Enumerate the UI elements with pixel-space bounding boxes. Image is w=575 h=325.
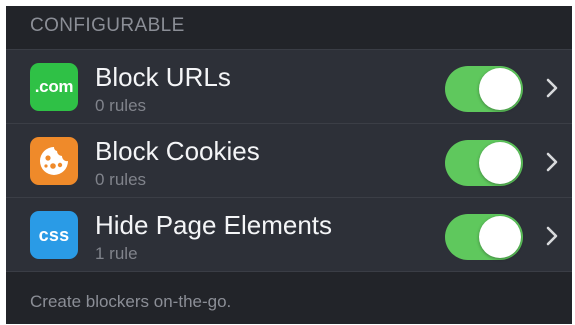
css-icon: css: [30, 211, 78, 259]
row-rule-count: 0 rules: [95, 96, 147, 115]
block-cookies-toggle[interactable]: [445, 140, 523, 186]
css-icon-label: css: [38, 224, 70, 245]
toggle-knob: [479, 142, 521, 184]
toggle-knob: [479, 216, 521, 258]
chevron-right-icon[interactable]: [544, 76, 560, 100]
toggle-knob: [479, 68, 521, 110]
row-block-cookies[interactable]: Block Cookies 0 rules: [6, 124, 572, 198]
blocker-list: .com Block URLs 0 rules Block Cookies 0 …: [6, 49, 572, 272]
section-footer-text: Create blockers on-the-go.: [30, 292, 232, 311]
dotcom-icon-label: .com: [34, 77, 74, 96]
row-title: Block Cookies: [95, 136, 260, 166]
row-rule-count: 0 rules: [95, 170, 147, 189]
cookie-icon: [30, 137, 78, 185]
cookie-glyph: [40, 147, 68, 175]
block-urls-toggle[interactable]: [445, 66, 523, 112]
row-title: Block URLs: [95, 62, 231, 92]
section-header-label: CONFIGURABLE: [30, 15, 185, 36]
section-footer: Create blockers on-the-go.: [6, 272, 572, 324]
chevron-right-icon[interactable]: [544, 224, 560, 248]
row-hide-page-elements[interactable]: css Hide Page Elements 1 rule: [6, 198, 572, 271]
row-title: Hide Page Elements: [95, 210, 333, 240]
row-rule-count: 1 rule: [95, 244, 138, 263]
chevron-right-icon[interactable]: [544, 150, 560, 174]
dotcom-icon: .com: [30, 63, 78, 111]
settings-screen: CONFIGURABLE .com Block URLs 0 rules Blo…: [6, 6, 572, 324]
row-block-urls[interactable]: .com Block URLs 0 rules: [6, 50, 572, 124]
hide-page-elements-toggle[interactable]: [445, 214, 523, 260]
section-header: CONFIGURABLE: [6, 6, 572, 50]
